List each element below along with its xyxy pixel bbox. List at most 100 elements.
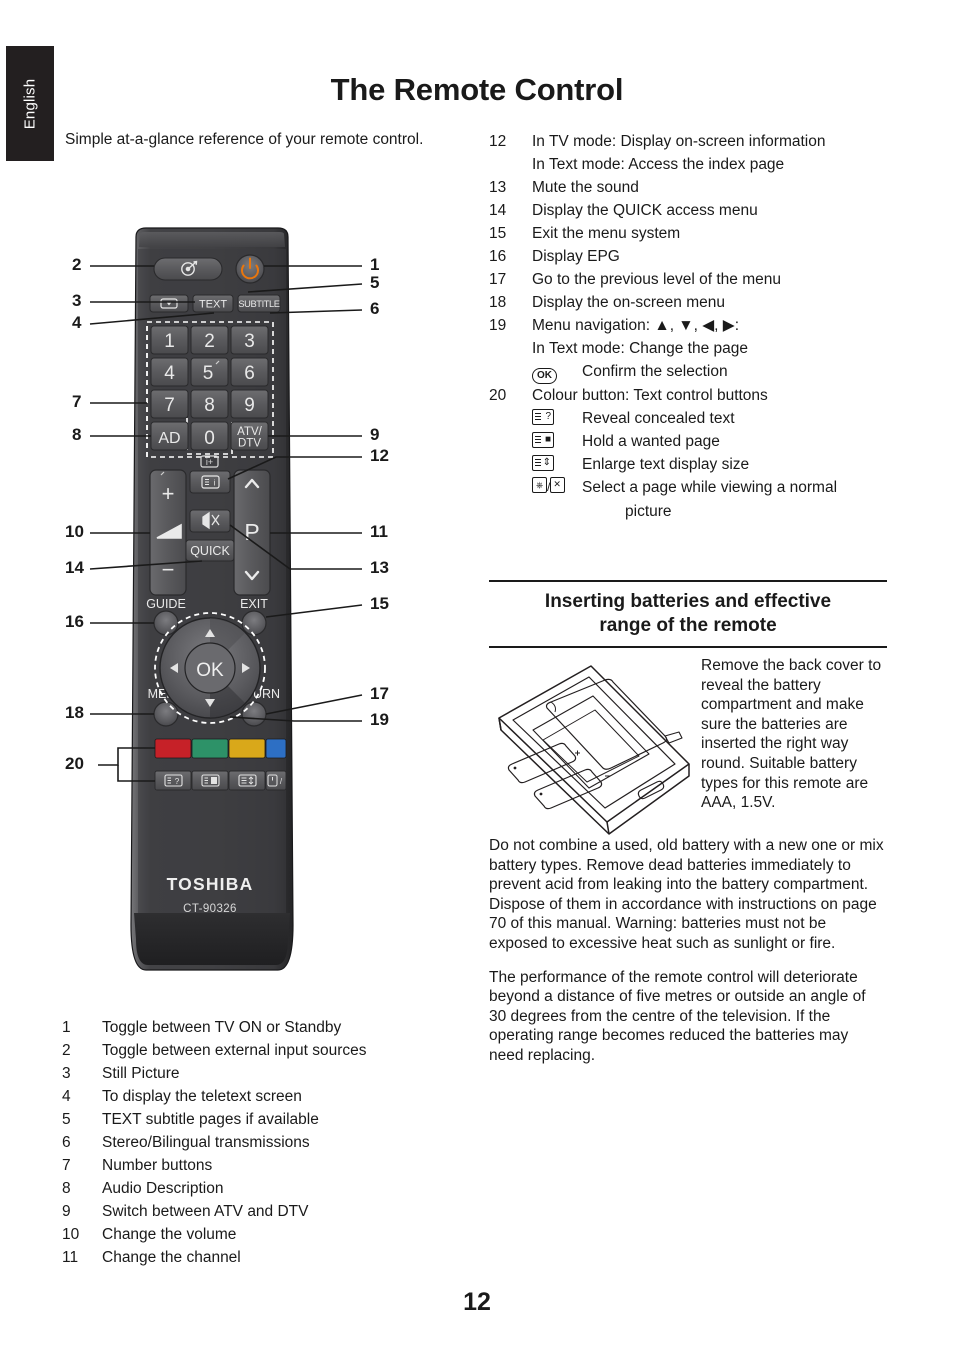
function-list-right: 12 In TV mode: Display on-screen informa… (489, 130, 889, 523)
callout-18: 18 (65, 703, 84, 722)
function-text: Display the on-screen menu (532, 294, 725, 311)
exit-button[interactable] (241, 610, 267, 636)
brand-label: TOSHIBA (167, 874, 254, 894)
function-text: Number buttons (102, 1157, 213, 1174)
callout-7: 7 (72, 392, 82, 411)
size-button[interactable] (228, 770, 266, 791)
svg-text:?: ? (175, 777, 180, 786)
function-text: Audio Description (102, 1180, 224, 1197)
callout-16: 16 (65, 612, 84, 631)
remote-control-diagram: TEXT SUBTITLE SUBTITLE 1 2 3 4 5 (62, 225, 462, 995)
teletext-function-row: ⇕ Enlarge text display size (489, 453, 889, 476)
teletext-function-text: Hold a wanted page (582, 433, 720, 450)
mix-button[interactable] (265, 770, 287, 791)
hold-button[interactable] (191, 770, 229, 791)
mute-button[interactable] (189, 509, 231, 533)
battery-section-heading: Inserting batteries and effective range … (544, 591, 832, 636)
callout-8: 8 (72, 425, 82, 444)
guide-button[interactable] (153, 610, 179, 636)
function-item: 5 TEXT subtitle pages if available (62, 1108, 482, 1131)
function-text: Mute the sound (532, 179, 639, 196)
function-number: 20 (489, 387, 507, 404)
quick-button[interactable]: QUICK (185, 539, 235, 562)
function-number: 7 (62, 1157, 71, 1174)
svg-text:DTV: DTV (238, 438, 261, 450)
callout-2: 2 (72, 255, 82, 274)
function-text: Toggle between TV ON or Standby (102, 1019, 342, 1036)
function-number: 15 (489, 225, 507, 242)
function-text: Change the volume (102, 1226, 237, 1243)
cancel-icon: ✕ (550, 477, 566, 493)
battery-paragraph-2: Do not combine a used, old battery with … (489, 837, 884, 952)
ok-button-label: OK (196, 660, 224, 681)
mix-icon: ⎈ (532, 477, 547, 493)
guide-label: GUIDE (146, 597, 186, 611)
function-text: Go to the previous level of the menu (532, 271, 782, 288)
function-number: 16 (489, 248, 507, 265)
svg-text:9: 9 (244, 395, 255, 416)
yellow-colour-button[interactable] (228, 738, 266, 759)
callout-13: 13 (370, 558, 389, 577)
page-number: 12 (463, 1288, 491, 1316)
svg-text:1: 1 (164, 331, 175, 352)
callout-15: 15 (370, 594, 389, 613)
svg-text:SUBTITLE: SUBTITLE (238, 299, 279, 309)
svg-text:AD: AD (158, 430, 180, 447)
function-text: Display the QUICK access menu (532, 202, 758, 219)
callout-19: 19 (370, 710, 389, 729)
function-item: 4 To display the teletext screen (62, 1085, 482, 1108)
function-item: 15 Exit the menu system (489, 222, 889, 245)
svg-text:6: 6 (244, 363, 255, 384)
remote-control-illustration: TEXT SUBTITLE SUBTITLE 1 2 3 4 5 (89, 227, 363, 971)
function-text: Colour button: Text control buttons (532, 387, 768, 404)
return-button[interactable] (241, 701, 267, 727)
function-number: 4 (62, 1088, 71, 1105)
function-text: Toggle between external input sources (102, 1042, 367, 1059)
teletext-function-row: ⎈ / ✕ Select a page while viewing a norm… (489, 476, 889, 500)
function-number: 3 (62, 1065, 71, 1082)
callout-14: 14 (65, 558, 84, 577)
function-item: 19 Menu navigation: ▲, ▼, ◀, ▶: In Text … (489, 314, 889, 360)
ok-icon: OK (532, 368, 557, 384)
confirm-selection-row: OK Confirm the selection (489, 360, 889, 384)
reveal-button[interactable] (154, 770, 192, 791)
function-text: Menu navigation: ▲, ▼, ◀, ▶: In Text mod… (532, 317, 749, 357)
teletext-function-text: Enlarge text display size (582, 456, 750, 473)
menu-button[interactable] (153, 701, 179, 727)
red-colour-button[interactable] (154, 738, 192, 759)
hold-icon: ■ (532, 432, 554, 448)
blue-colour-button[interactable] (265, 738, 287, 759)
callout-6: 6 (370, 299, 380, 318)
green-colour-button[interactable] (191, 738, 229, 759)
function-item: 1 Toggle between TV ON or Standby (62, 1016, 482, 1039)
function-list-left: 1 Toggle between TV ON or Standby 2 Togg… (62, 1016, 482, 1269)
function-item: 7 Number buttons (62, 1154, 482, 1177)
reveal-icon: ? (532, 409, 554, 425)
svg-text:5: 5 (203, 363, 214, 384)
svg-text:i+: i+ (206, 457, 213, 467)
battery-section: Inserting batteries and effective range … (489, 580, 887, 1080)
model-label: CT-90326 (183, 903, 237, 915)
function-item: 2 Toggle between external input sources (62, 1039, 482, 1062)
function-item: 14 Display the QUICK access menu (489, 199, 889, 222)
function-item: 17 Go to the previous level of the menu (489, 268, 889, 291)
function-text: Stereo/Bilingual transmissions (102, 1134, 310, 1151)
teletext-function-text: Reveal concealed text (582, 410, 735, 427)
function-item: 9 Switch between ATV and DTV (62, 1200, 482, 1223)
volume-rocker[interactable]: + − (149, 469, 187, 596)
callout-20: 20 (65, 754, 84, 773)
function-text: Display EPG (532, 248, 620, 265)
text-index-button[interactable] (189, 470, 231, 494)
svg-text:4: 4 (164, 363, 175, 384)
function-number: 12 (489, 133, 507, 150)
callout-3: 3 (72, 291, 82, 310)
function-number: 1 (62, 1019, 71, 1036)
volume-down-label: − (162, 557, 175, 582)
function-text: TEXT subtitle pages if available (102, 1111, 319, 1128)
enlarge-icon: ⇕ (532, 455, 554, 471)
remote-row-power (153, 254, 265, 284)
function-text: To display the teletext screen (102, 1088, 302, 1105)
function-text: Exit the menu system (532, 225, 681, 242)
quick-button-label: QUICK (190, 544, 230, 558)
svg-text:i: i (214, 479, 216, 488)
